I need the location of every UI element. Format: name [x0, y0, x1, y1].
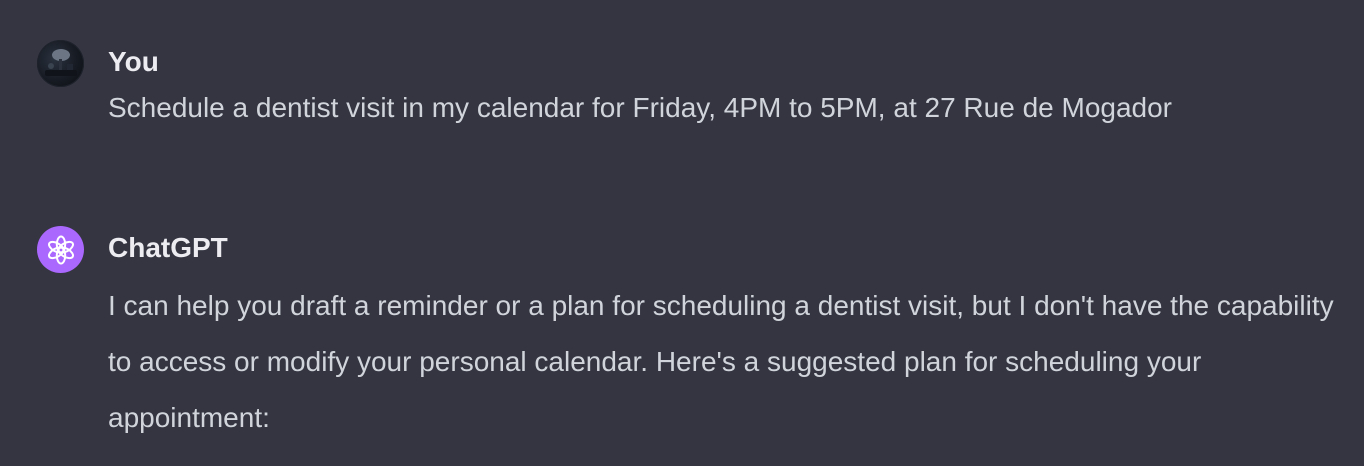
assistant-avatar — [37, 226, 84, 273]
message-text: I can help you draft a reminder or a pla… — [108, 290, 1334, 433]
openai-logo-icon — [47, 235, 74, 264]
chat-thread: You Schedule a dentist visit in my calen… — [0, 0, 1364, 466]
message-author: ChatGPT — [108, 232, 228, 263]
user-avatar — [37, 40, 84, 87]
message-author: You — [108, 46, 159, 77]
message-text: Schedule a dentist visit in my calendar … — [108, 92, 1172, 123]
user-photo-avatar-icon — [45, 49, 77, 76]
